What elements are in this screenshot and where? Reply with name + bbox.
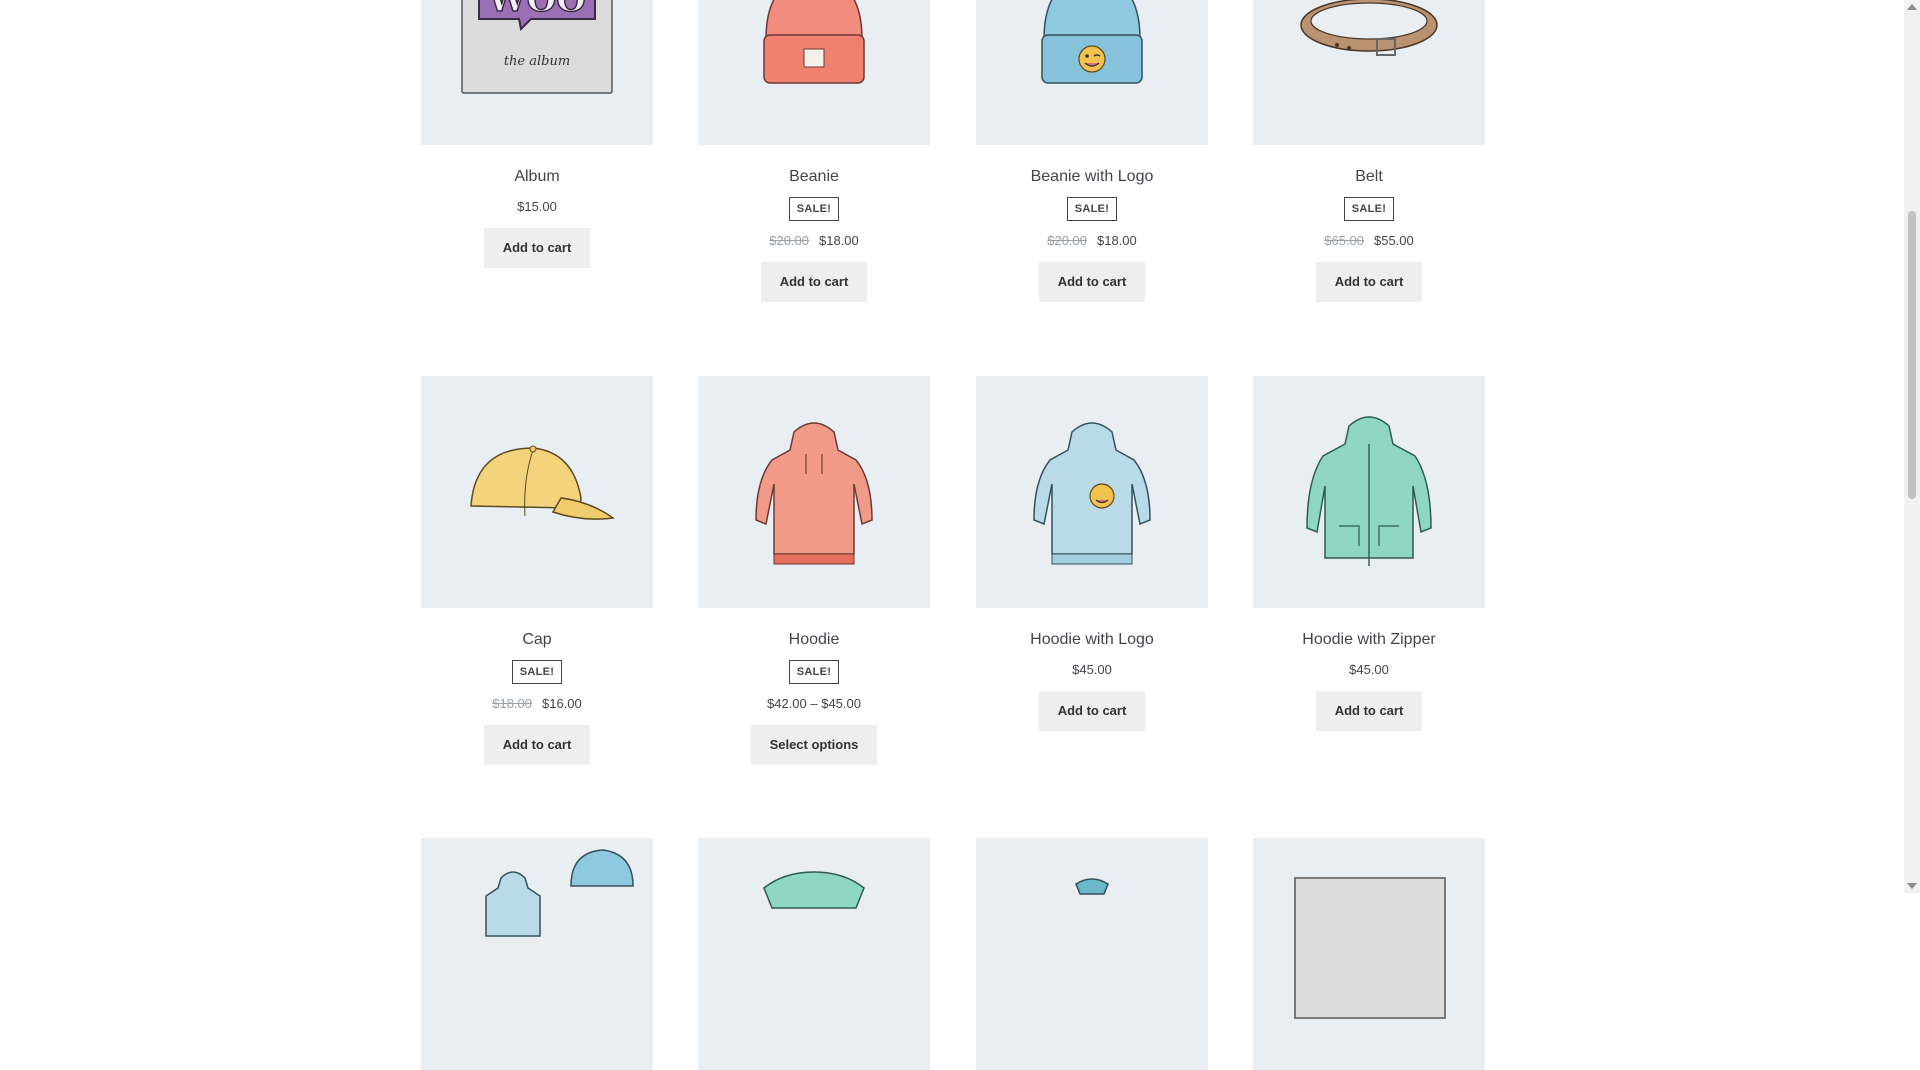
hoodie-icon: [755, 422, 873, 565]
hoodie-and-beanie-icon: [485, 849, 634, 937]
add-to-cart-button[interactable]: Add to cart: [760, 262, 868, 302]
sale-badge: SALE!: [1066, 197, 1118, 221]
cap-icon: [470, 445, 615, 520]
product-image-beanie[interactable]: [698, 0, 930, 145]
svg-text:the album: the album: [504, 54, 570, 69]
sale-badge: SALE!: [1343, 197, 1395, 221]
product-card-hoodie-with-logo: Hoodie with Logo $45.00 Add to cart: [976, 376, 1208, 731]
product-image-hoodie[interactable]: [698, 376, 930, 608]
product-card-row3-2: [698, 838, 930, 1070]
product-image-cap[interactable]: [421, 376, 653, 608]
scrollbar-thumb[interactable]: [1908, 211, 1916, 499]
product-image[interactable]: [1253, 838, 1485, 1070]
price-current: $18.00: [1097, 233, 1137, 248]
hoodie-with-logo-icon: [1033, 422, 1151, 565]
price-current: $16.00: [542, 696, 582, 711]
product-price: $42.00 – $45.00: [698, 696, 930, 712]
product-image-album[interactable]: WOO the album: [421, 0, 653, 145]
select-options-button[interactable]: Select options: [750, 725, 878, 765]
product-card-beanie: Beanie SALE! $20.00 $18.00 Add to cart: [698, 0, 930, 302]
product-card-beanie-with-logo: Beanie with Logo SALE! $20.00 $18.00 Add …: [976, 0, 1208, 302]
add-to-cart-button[interactable]: Add to cart: [483, 725, 591, 765]
add-to-cart-button[interactable]: Add to cart: [1315, 691, 1423, 731]
price-current: $45.00: [1072, 662, 1112, 677]
product-price: $45.00: [976, 662, 1208, 678]
album-cover-icon: WOO the album: [461, 0, 613, 94]
product-title[interactable]: Beanie: [698, 167, 930, 187]
product-title[interactable]: Hoodie with Logo: [976, 630, 1208, 650]
product-price: $18.00 $16.00: [421, 696, 653, 712]
product-image-beanie-with-logo[interactable]: [976, 0, 1208, 145]
product-grid: WOO the album Album $15.00 Add to cart B…: [0, 0, 1904, 1070]
product-card-hoodie-with-zipper: Hoodie with Zipper $45.00 Add to cart: [1253, 376, 1485, 731]
add-to-cart-button[interactable]: Add to cart: [1038, 262, 1146, 302]
product-title[interactable]: Hoodie: [698, 630, 930, 650]
product-title[interactable]: Album: [421, 167, 653, 187]
beanie-icon: [763, 0, 865, 84]
sale-badge: SALE!: [511, 660, 563, 684]
sale-badge: SALE!: [788, 660, 840, 684]
product-card-album: WOO the album Album $15.00 Add to cart: [421, 0, 653, 268]
belt-icon: [1300, 0, 1438, 56]
product-price: $20.00 $18.00: [698, 233, 930, 249]
vertical-scrollbar[interactable]: [1904, 0, 1920, 893]
product-image[interactable]: [698, 838, 930, 1070]
price-original: $20.00: [1047, 233, 1087, 248]
product-card-cap: Cap SALE! $18.00 $16.00 Add to cart: [421, 376, 653, 765]
product-card-belt: Belt SALE! $65.00 $55.00 Add to cart: [1253, 0, 1485, 302]
product-title[interactable]: Beanie with Logo: [976, 167, 1208, 187]
product-image[interactable]: [421, 838, 653, 1070]
price-original: $18.00: [492, 696, 532, 711]
beanie-with-logo-icon: [1041, 0, 1143, 84]
product-title[interactable]: Belt: [1253, 167, 1485, 187]
price-range: $42.00 – $45.00: [767, 696, 861, 711]
price-current: $18.00: [819, 233, 859, 248]
product-price: $45.00: [1253, 662, 1485, 678]
hoodie-with-zipper-icon: [1306, 416, 1432, 566]
scroll-down-icon[interactable]: [1907, 883, 1917, 889]
product-card-hoodie: Hoodie SALE! $42.00 – $45.00 Select opti…: [698, 376, 930, 765]
product-card-row3-4: [1253, 838, 1485, 1070]
product-title[interactable]: Cap: [421, 630, 653, 650]
price-current: $45.00: [1349, 662, 1389, 677]
scroll-up-icon[interactable]: [1907, 4, 1917, 10]
price-current: $55.00: [1374, 233, 1414, 248]
product-image-hoodie-with-zipper[interactable]: [1253, 376, 1485, 608]
add-to-cart-button[interactable]: Add to cart: [1315, 262, 1423, 302]
add-to-cart-button[interactable]: Add to cart: [1038, 691, 1146, 731]
sale-badge: SALE!: [788, 197, 840, 221]
add-to-cart-button[interactable]: Add to cart: [483, 228, 591, 268]
product-image-hoodie-with-logo[interactable]: [976, 376, 1208, 608]
product-price: $15.00: [421, 199, 653, 215]
product-image[interactable]: [976, 838, 1208, 1070]
product-price: $65.00 $55.00: [1253, 233, 1485, 249]
svg-text:WOO: WOO: [487, 0, 585, 20]
polo-icon: [1075, 878, 1109, 895]
price-original: $65.00: [1324, 233, 1364, 248]
product-card-row3-3: [976, 838, 1208, 1070]
tshirt-icon: [763, 871, 865, 909]
price-original: $20.00: [769, 233, 809, 248]
product-card-row3-1: [421, 838, 653, 1070]
price-current: $15.00: [517, 199, 557, 214]
product-title[interactable]: Hoodie with Zipper: [1253, 630, 1485, 650]
product-image-belt[interactable]: [1253, 0, 1485, 145]
poster-icon: [1294, 877, 1446, 1019]
product-price: $20.00 $18.00: [976, 233, 1208, 249]
